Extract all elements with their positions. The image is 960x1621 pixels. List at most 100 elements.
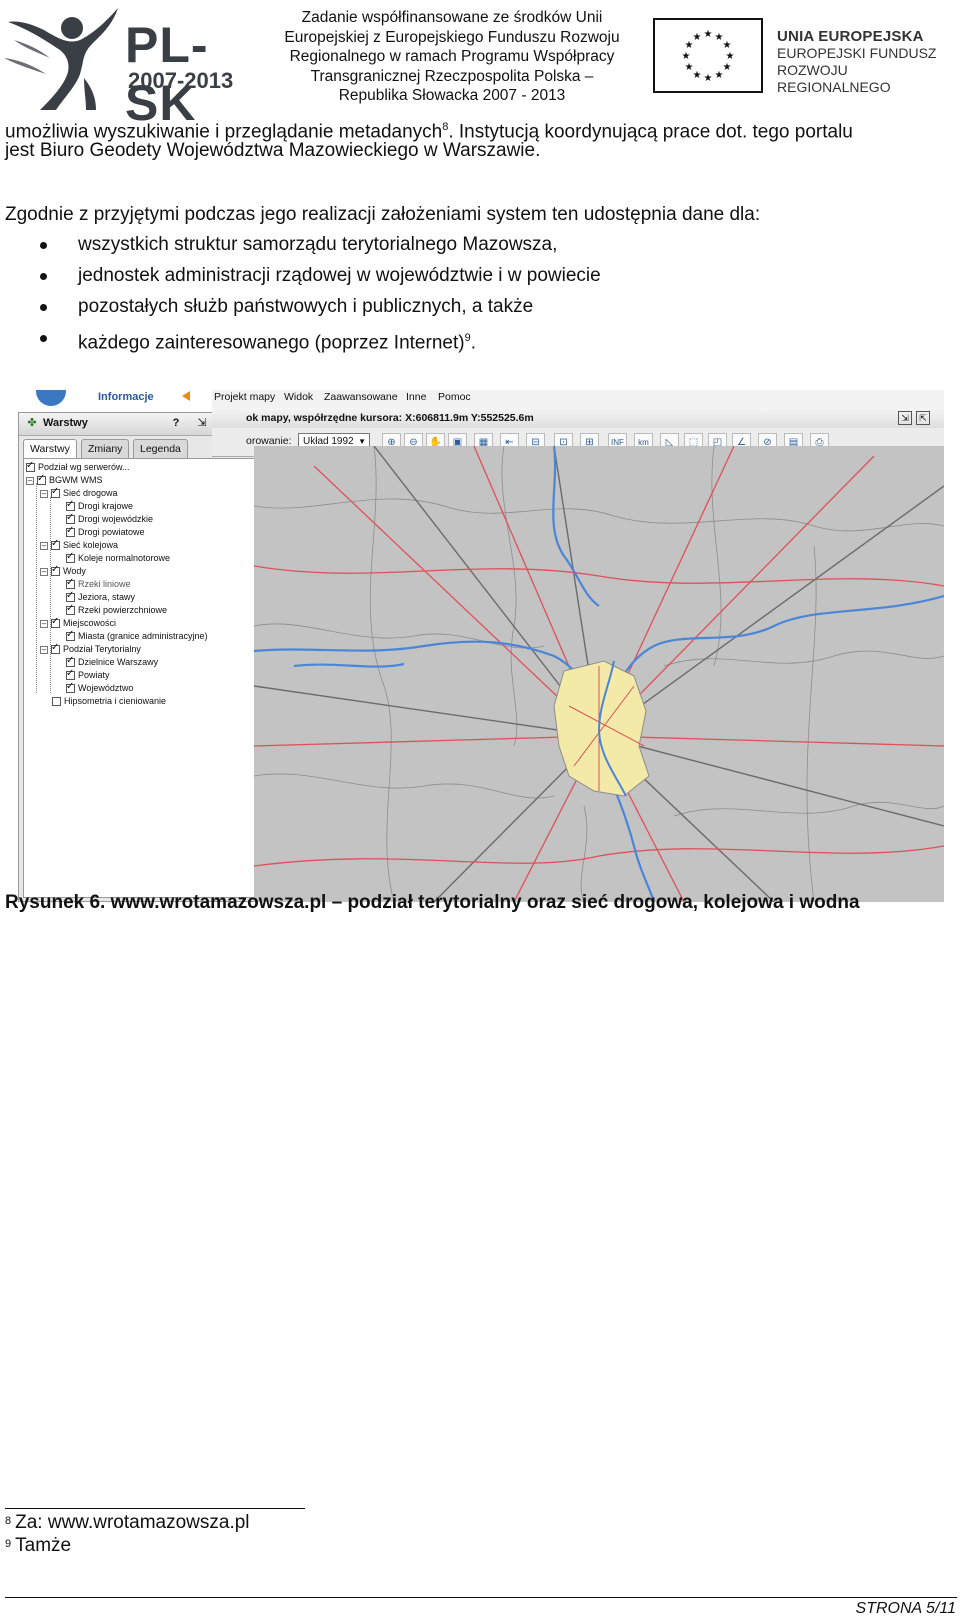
logo-years: 2007-2013 bbox=[128, 68, 234, 93]
svg-text:★: ★ bbox=[693, 32, 702, 43]
checkbox[interactable] bbox=[26, 460, 35, 473]
layer-item[interactable]: – Sieć kolejowa bbox=[40, 538, 119, 551]
paragraph-1-line-2: jest Biuro Geodety Województwa Mazowieck… bbox=[5, 140, 541, 161]
portal-screenshot: Informacje ✤ Warstwy ? ⇲ ⇱ Warstwy Zmian… bbox=[18, 390, 944, 902]
checkbox[interactable] bbox=[51, 486, 60, 499]
layer-item[interactable]: Rzeki liniowe bbox=[66, 577, 131, 590]
checkbox[interactable] bbox=[66, 681, 75, 694]
checkbox[interactable] bbox=[66, 668, 75, 681]
checkbox[interactable] bbox=[51, 564, 60, 577]
map-view[interactable] bbox=[253, 445, 944, 902]
minimize-icon[interactable]: ⇲ bbox=[195, 416, 209, 430]
layer-item[interactable]: Miasta (granice administracyjne) bbox=[66, 629, 208, 642]
layer-item[interactable]: Drogi wojewódzkie bbox=[66, 512, 153, 525]
list-item: wszystkich struktur samorządu terytorial… bbox=[40, 234, 601, 265]
layer-item[interactable]: – BGWM WMS bbox=[26, 473, 103, 486]
eu-stars-icon: ★ ★★ ★★★ ★★★ ★★★ bbox=[682, 29, 735, 84]
eu-flag-icon: ★ ★ ★ ★ ★ ★ ★ ★ ★ ★ ★ ★ bbox=[653, 18, 763, 93]
map-menubar: Projekt mapy Widok Zaawansowane Inne Pom… bbox=[212, 390, 944, 408]
layer-item[interactable]: Drogi powiatowe bbox=[66, 525, 145, 538]
layer-item[interactable]: Dzielnice Warszawy bbox=[66, 655, 158, 668]
layer-item[interactable]: – Wody bbox=[40, 564, 86, 577]
layer-label: Wody bbox=[63, 566, 86, 576]
layer-item[interactable]: Podział wg serwerów... bbox=[26, 460, 130, 473]
tab-layers[interactable]: Warstwy bbox=[23, 439, 77, 458]
checkbox[interactable] bbox=[51, 642, 60, 655]
checkbox[interactable] bbox=[66, 577, 75, 590]
checkbox[interactable] bbox=[52, 697, 61, 707]
list-item-text: każdego zainteresowanego (poprzez Intern… bbox=[78, 332, 465, 354]
eu-title: UNIA EUROPEJSKA bbox=[777, 28, 924, 45]
maximize-icon[interactable]: ⇱ bbox=[916, 411, 930, 425]
layer-item[interactable]: Drogi krajowe bbox=[66, 499, 133, 512]
help-icon[interactable]: ? bbox=[169, 416, 183, 430]
info-link[interactable]: Informacje bbox=[98, 391, 154, 403]
checkbox[interactable] bbox=[66, 629, 75, 642]
layer-item[interactable]: Powiaty bbox=[66, 668, 110, 681]
layer-label: Sieć drogowa bbox=[63, 488, 118, 498]
menu-project[interactable]: Projekt mapy bbox=[214, 391, 275, 403]
bullet-list: wszystkich struktur samorządu terytorial… bbox=[40, 234, 601, 358]
layer-item[interactable]: Jeziora, stawy bbox=[66, 590, 135, 603]
layer-label: Rzeki powierzchniowe bbox=[78, 605, 168, 615]
menu-view[interactable]: Widok bbox=[284, 391, 313, 403]
footnote: 9 Tamże bbox=[5, 1535, 71, 1557]
menu-advanced[interactable]: Zaawansowane bbox=[324, 391, 398, 403]
layer-item[interactable]: Województwo bbox=[66, 681, 134, 694]
svg-text:★: ★ bbox=[682, 51, 691, 62]
collapse-icon[interactable]: – bbox=[40, 645, 48, 654]
collapse-icon[interactable]: – bbox=[40, 619, 48, 628]
checkbox[interactable] bbox=[66, 512, 75, 525]
checkbox[interactable] bbox=[66, 655, 75, 668]
menu-help[interactable]: Pomoc bbox=[438, 391, 471, 403]
footnote-text: Za: www.wrotamazowsza.pl bbox=[15, 1512, 250, 1533]
collapse-icon[interactable]: – bbox=[40, 567, 48, 576]
page-number: STRONA 5/11 bbox=[855, 1600, 956, 1617]
checkbox[interactable] bbox=[66, 551, 75, 564]
page-footer-divider bbox=[5, 1597, 957, 1598]
svg-text:★: ★ bbox=[723, 62, 732, 73]
figure-caption: Rysunek 6. www.wrotamazowsza.pl – podzia… bbox=[5, 892, 860, 913]
layer-item[interactable]: Hipsometria i cieniowanie bbox=[52, 695, 166, 707]
svg-text:★: ★ bbox=[715, 70, 724, 81]
layer-label: Województwo bbox=[78, 683, 134, 693]
collapse-icon[interactable]: – bbox=[40, 541, 48, 550]
cofinance-line: Republika Słowacka 2007 - 2013 bbox=[338, 87, 566, 104]
layer-label: Podział wg serwerów... bbox=[38, 462, 130, 472]
layer-item[interactable]: – Miejscowości bbox=[40, 616, 116, 629]
bullet-icon bbox=[40, 335, 47, 342]
checkbox[interactable] bbox=[51, 616, 60, 629]
list-item-text: wszystkich struktur samorządu terytorial… bbox=[78, 234, 558, 255]
checkbox[interactable] bbox=[37, 473, 46, 486]
checkbox[interactable] bbox=[66, 525, 75, 538]
cofinance-line: Europejskiej z Europejskiego Funduszu Ro… bbox=[284, 28, 620, 46]
svg-text:★: ★ bbox=[685, 62, 694, 73]
checkbox[interactable] bbox=[66, 603, 75, 616]
svg-text:★: ★ bbox=[693, 70, 702, 81]
checkbox[interactable] bbox=[51, 538, 60, 551]
layer-label: Podział Terytorialny bbox=[63, 644, 141, 654]
cofinance-notice: Zadanie współfinansowane ze środków Unii… bbox=[262, 8, 642, 106]
svg-text:★: ★ bbox=[704, 29, 713, 40]
tab-legend[interactable]: Legenda bbox=[133, 439, 188, 458]
checkbox[interactable] bbox=[66, 590, 75, 603]
list-item-text: jednostek administracji rządowej w wojew… bbox=[78, 265, 601, 286]
collapse-icon[interactable]: – bbox=[26, 476, 34, 485]
checkbox[interactable] bbox=[66, 499, 75, 512]
cofinance-line: Transgranicznej Rzeczpospolita Polska – bbox=[310, 67, 594, 85]
layer-item[interactable]: – Sieć drogowa bbox=[40, 486, 118, 499]
layers-panel: ✤ Warstwy ? ⇲ ⇱ Warstwy Zmiany Legenda P… bbox=[18, 412, 264, 902]
collapse-icon[interactable]: – bbox=[40, 489, 48, 498]
tab-changes[interactable]: Zmiany bbox=[81, 439, 130, 458]
minimize-icon[interactable]: ⇲ bbox=[898, 411, 912, 425]
layer-label: Powiaty bbox=[78, 670, 110, 680]
layer-item[interactable]: Rzeki powierzchniowe bbox=[66, 603, 168, 616]
dancer-figure-icon bbox=[4, 8, 118, 110]
tree-guide-line bbox=[36, 483, 37, 693]
layer-item[interactable]: – Podział Terytorialny bbox=[40, 642, 141, 655]
layer-label: Sieć kolejowa bbox=[63, 540, 119, 550]
menu-other[interactable]: Inne bbox=[406, 391, 426, 403]
list-item: jednostek administracji rządowej w wojew… bbox=[40, 265, 601, 296]
layer-item[interactable]: Koleje normalnotorowe bbox=[66, 551, 170, 564]
cursor-coordinates: ok mapy, współrzędne kursora: X:606811.9… bbox=[246, 412, 534, 424]
